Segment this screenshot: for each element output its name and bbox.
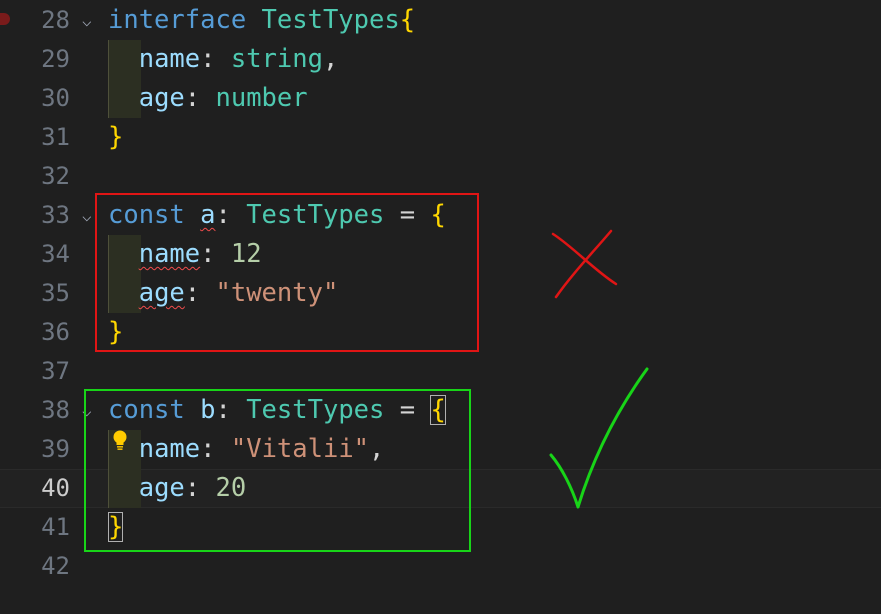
code-line-32[interactable]: 32: [0, 157, 881, 196]
line-number: 37: [41, 357, 70, 385]
line-number: 42: [41, 552, 70, 580]
line-number: 39: [41, 435, 70, 463]
code-line-30[interactable]: 30 age: number: [0, 79, 881, 118]
line-number: 40: [41, 474, 70, 502]
code-line-29[interactable]: 29 name: string,: [0, 40, 881, 79]
code-text: name: string,: [138, 44, 339, 74]
code-line-42[interactable]: 42: [0, 547, 881, 586]
invalid-example-highlight: [95, 193, 479, 352]
code-line-28[interactable]: 28 ⌵ interface TestTypes{: [0, 1, 881, 40]
line-number: 30: [41, 84, 70, 112]
code-text: interface TestTypes{: [108, 5, 416, 35]
line-number: 35: [41, 279, 70, 307]
line-number: 34: [41, 240, 70, 268]
checkmark-icon: [549, 367, 649, 509]
code-line-37[interactable]: 37: [0, 352, 881, 391]
line-number: 29: [41, 45, 70, 73]
code-line-31[interactable]: 31 }: [0, 118, 881, 157]
cross-icon: [551, 229, 618, 299]
chevron-down-icon[interactable]: ⌵: [82, 1, 98, 40]
line-number: 28: [41, 6, 70, 34]
line-number: 36: [41, 318, 70, 346]
code-text: }: [108, 122, 124, 152]
line-number: 31: [41, 123, 70, 151]
line-number: 41: [41, 513, 70, 541]
line-number: 32: [41, 162, 70, 190]
code-text: age: number: [138, 83, 308, 113]
line-number: 33: [41, 201, 70, 229]
valid-example-highlight: [84, 389, 471, 552]
line-number: 38: [41, 396, 70, 424]
